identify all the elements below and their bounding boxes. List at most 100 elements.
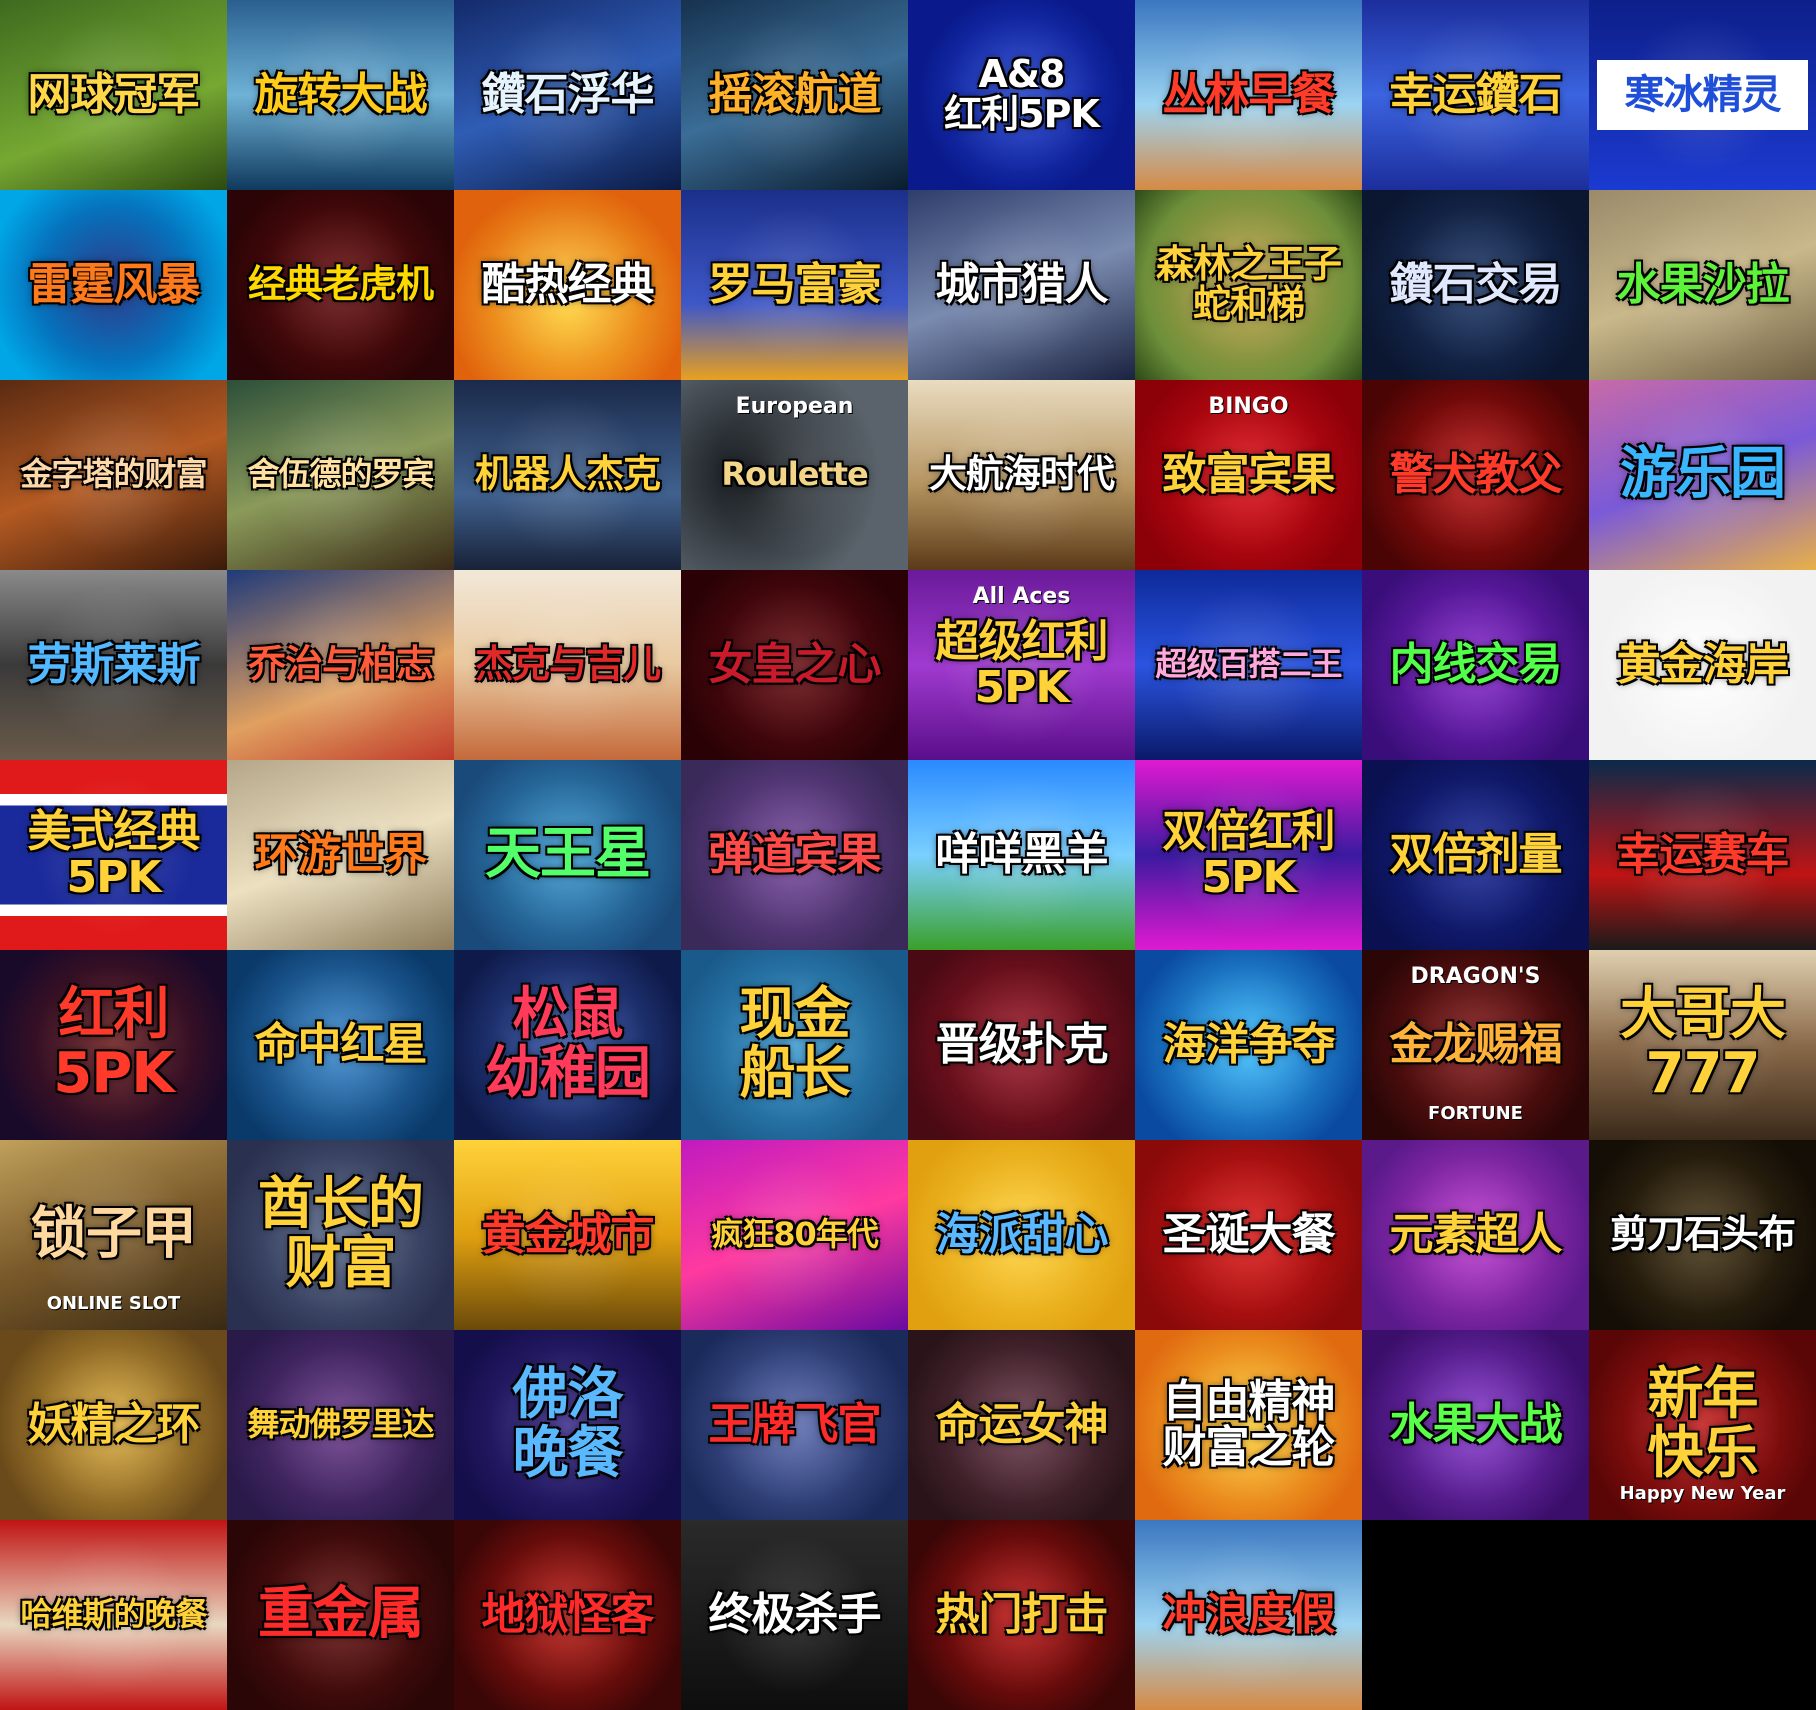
game-tile[interactable]: 美式经典 5PK [0, 760, 227, 950]
game-tile[interactable]: 王牌飞官 [681, 1330, 908, 1520]
game-tile[interactable]: 剪刀石头布 [1589, 1140, 1816, 1330]
game-tile[interactable]: 松鼠 幼稚园 [454, 950, 681, 1140]
game-title: 新年 快乐 [1647, 1362, 1759, 1486]
game-title: 警犬教父 [1389, 448, 1563, 500]
game-tile[interactable]: 幸运赛车 [1589, 760, 1816, 950]
game-title: 罗马富豪 [708, 258, 882, 310]
game-tile[interactable]: 酋长的 财富 [227, 1140, 454, 1330]
game-tile[interactable]: 圣诞大餐 [1135, 1140, 1362, 1330]
game-tile[interactable]: 咩咩黑羊 [908, 760, 1135, 950]
game-tile[interactable]: 森林之王子 蛇和梯 [1135, 190, 1362, 380]
game-tile[interactable]: 幸运鑽石 [1362, 0, 1589, 190]
game-title: 王牌飞官 [708, 1398, 882, 1450]
game-tile[interactable]: 经典老虎机 [227, 190, 454, 380]
game-tile[interactable]: 劳斯莱斯 [0, 570, 227, 760]
game-tile[interactable]: All Aces 超级红利 5PK [908, 570, 1135, 760]
game-tile[interactable]: 游乐园 [1589, 380, 1816, 570]
game-tile[interactable]: 网球冠军 [0, 0, 227, 190]
game-tile[interactable]: 热门打击 [908, 1520, 1135, 1710]
game-tile[interactable]: 海派甜心 [908, 1140, 1135, 1330]
game-title: 环游世界 [254, 828, 428, 880]
game-tile[interactable]: 旋转大战 [227, 0, 454, 190]
game-tile[interactable]: 黄金城市 [454, 1140, 681, 1330]
game-tile[interactable]: 内线交易 [1362, 570, 1589, 760]
game-tile[interactable]: 元素超人 [1362, 1140, 1589, 1330]
game-tile[interactable]: 警犬教父 [1362, 380, 1589, 570]
game-title: 双倍红利 5PK [1162, 805, 1336, 903]
game-tile[interactable]: 终极杀手 [681, 1520, 908, 1710]
game-title: 大航海时代 [928, 452, 1115, 497]
game-grid: 网球冠军 旋转大战 鑽石浮华 摇滚航道 A&8 红利5PK 丛林早餐 幸运鑽石 寒冰精灵雷霆风… [0, 0, 1816, 1710]
game-title: 女皇之心 [708, 638, 882, 690]
game-tile[interactable]: 弹道宾果 [681, 760, 908, 950]
game-tile[interactable]: 大航海时代 [908, 380, 1135, 570]
game-tile[interactable]: 舍伍德的罗宾 [227, 380, 454, 570]
game-tile[interactable]: 晋级扑克 [908, 950, 1135, 1140]
game-tile[interactable]: European Roulette [681, 380, 908, 570]
game-tile[interactable]: 环游世界 [227, 760, 454, 950]
game-tile[interactable]: 丛林早餐 [1135, 0, 1362, 190]
game-tile[interactable]: 双倍红利 5PK [1135, 760, 1362, 950]
game-tile[interactable]: 鑽石浮华 [454, 0, 681, 190]
game-tile[interactable]: 超级百搭二王 [1135, 570, 1362, 760]
game-title: 舞动佛罗里达 [247, 1405, 434, 1444]
game-tile[interactable]: 天王星 [454, 760, 681, 950]
game-title: 内线交易 [1389, 638, 1563, 690]
game-tile[interactable]: 水果沙拉 [1589, 190, 1816, 380]
game-title: 冲浪度假 [1162, 1588, 1336, 1640]
game-tile[interactable]: 疯狂80年代 [681, 1140, 908, 1330]
game-tile[interactable]: 地狱怪客 [454, 1520, 681, 1710]
game-tile[interactable]: 金字塔的财富 [0, 380, 227, 570]
game-title: 鑽石浮华 [481, 68, 655, 120]
game-title: 劳斯莱斯 [27, 638, 201, 690]
game-title: 晋级扑克 [935, 1018, 1109, 1070]
game-tile[interactable]: 水果大战 [1362, 1330, 1589, 1520]
game-tile[interactable]: 海洋争夺 [1135, 950, 1362, 1140]
game-title: 天王星 [485, 821, 651, 887]
game-tile[interactable]: 酷热经典 [454, 190, 681, 380]
game-title: 热门打击 [935, 1588, 1109, 1640]
game-tile[interactable]: 锁子甲 ONLINE SLOT [0, 1140, 227, 1330]
game-tile[interactable]: 女皇之心 [681, 570, 908, 760]
game-title: 寒冰精灵 [1597, 60, 1808, 130]
game-tile[interactable]: 自由精神 财富之轮 [1135, 1330, 1362, 1520]
game-title: 疯狂80年代 [711, 1215, 879, 1254]
game-title: 雷霆风暴 [27, 258, 201, 310]
game-tile[interactable]: A&8 红利5PK [908, 0, 1135, 190]
game-tile[interactable]: 命运女神 [908, 1330, 1135, 1520]
game-tile[interactable]: 摇滚航道 [681, 0, 908, 190]
game-tile[interactable]: 哈维斯的晚餐 [0, 1520, 227, 1710]
empty-cell [1362, 1520, 1589, 1710]
game-title: 金龙赐福 [1389, 1018, 1563, 1070]
game-tile[interactable]: 寒冰精灵 [1589, 0, 1816, 190]
game-tile[interactable]: 大哥大 777 [1589, 950, 1816, 1140]
game-tile[interactable]: 罗马富豪 [681, 190, 908, 380]
game-tile[interactable]: BINGO 致富宾果 [1135, 380, 1362, 570]
game-tile-tagline: European [735, 394, 854, 419]
game-tile[interactable]: 佛洛 晚餐 [454, 1330, 681, 1520]
game-tile[interactable]: 冲浪度假 [1135, 1520, 1362, 1710]
game-tile[interactable]: 现金 船长 [681, 950, 908, 1140]
game-tile[interactable]: 新年 快乐 Happy New Year [1589, 1330, 1816, 1520]
game-title: 机器人杰克 [474, 452, 661, 497]
game-tile[interactable]: 黄金海岸 [1589, 570, 1816, 760]
game-title: 致富宾果 [1162, 448, 1336, 500]
game-title: 鑽石交易 [1389, 258, 1563, 310]
game-tile[interactable]: 鑽石交易 [1362, 190, 1589, 380]
game-title: 乔治与柏志 [247, 642, 434, 687]
game-tile[interactable]: 双倍剂量 [1362, 760, 1589, 950]
game-tile[interactable]: 城市猎人 [908, 190, 1135, 380]
game-title: 经典老虎机 [247, 262, 434, 307]
game-tile[interactable]: DRAGON'S 金龙赐福 FORTUNE [1362, 950, 1589, 1140]
game-title: 锁子甲 [31, 1201, 197, 1267]
game-tile[interactable]: 机器人杰克 [454, 380, 681, 570]
game-tile[interactable]: 舞动佛罗里达 [227, 1330, 454, 1520]
game-tile[interactable]: 红利 5PK [0, 950, 227, 1140]
game-tile[interactable]: 妖精之环 [0, 1330, 227, 1520]
game-tile[interactable]: 乔治与柏志 [227, 570, 454, 760]
game-tile[interactable]: 雷霆风暴 [0, 190, 227, 380]
game-title: 金字塔的财富 [20, 455, 207, 494]
game-tile[interactable]: 重金属 [227, 1520, 454, 1710]
game-tile[interactable]: 杰克与吉儿 [454, 570, 681, 760]
game-tile[interactable]: 命中红星 [227, 950, 454, 1140]
